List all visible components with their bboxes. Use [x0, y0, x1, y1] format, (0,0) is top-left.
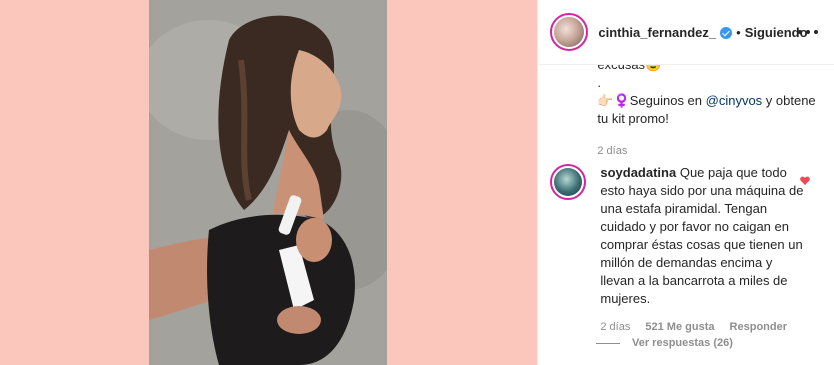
- woman-photo-illustration: [149, 0, 387, 365]
- post-caption: excusas😉 . 👉🏻♀️Seguinos en @cinyvos y ob…: [597, 56, 822, 160]
- post-header: cinthia_fernandez_ • Siguiendo: [538, 0, 834, 65]
- comment-time[interactable]: 2 días: [600, 321, 630, 333]
- instagram-post: excusas😉 . 👉🏻♀️Seguinos en @cinyvos y ob…: [0, 0, 834, 365]
- commenter-username[interactable]: soydadatina: [600, 165, 676, 180]
- commenter-avatar-image: [554, 168, 583, 196]
- comment-text: Que paja que todo esto haya sido por una…: [600, 165, 804, 306]
- post-photo: [149, 0, 387, 365]
- author-avatar-image: [554, 17, 585, 47]
- caption-time[interactable]: 2 días: [597, 142, 822, 160]
- caption-line-dot: .: [597, 75, 601, 90]
- view-replies-button[interactable]: Ver respuestas (26): [596, 337, 733, 349]
- heart-icon[interactable]: [800, 176, 810, 185]
- mention-link[interactable]: @cinyvos: [706, 93, 763, 108]
- post-side-panel: excusas😉 . 👉🏻♀️Seguinos en @cinyvos y ob…: [537, 0, 834, 365]
- comment-body: soydadatina Que paja que todo esto haya …: [600, 164, 808, 336]
- author-avatar[interactable]: [550, 13, 589, 51]
- caption-cta: 👉🏻♀️Seguinos en @cinyvos y obtene tu kit…: [597, 92, 822, 128]
- header-separator: •: [736, 24, 741, 40]
- replies-dash: [596, 342, 620, 344]
- comment-meta: 2 días 521 Me gusta Responder: [600, 318, 808, 336]
- post-media[interactable]: [0, 0, 538, 365]
- more-options-icon[interactable]: [798, 22, 819, 42]
- commenter-avatar[interactable]: [550, 164, 587, 200]
- verified-badge-icon: [720, 27, 733, 39]
- caption-cta-prefix: 👉🏻♀️Seguinos en: [597, 93, 706, 108]
- comment-item: soydadatina Que paja que todo esto haya …: [550, 164, 830, 336]
- view-replies-label: Ver respuestas (26): [632, 337, 733, 349]
- reply-button[interactable]: Responder: [730, 321, 787, 333]
- author-username[interactable]: cinthia_fernandez_: [598, 25, 716, 40]
- comment-likes[interactable]: 521 Me gusta: [645, 321, 714, 333]
